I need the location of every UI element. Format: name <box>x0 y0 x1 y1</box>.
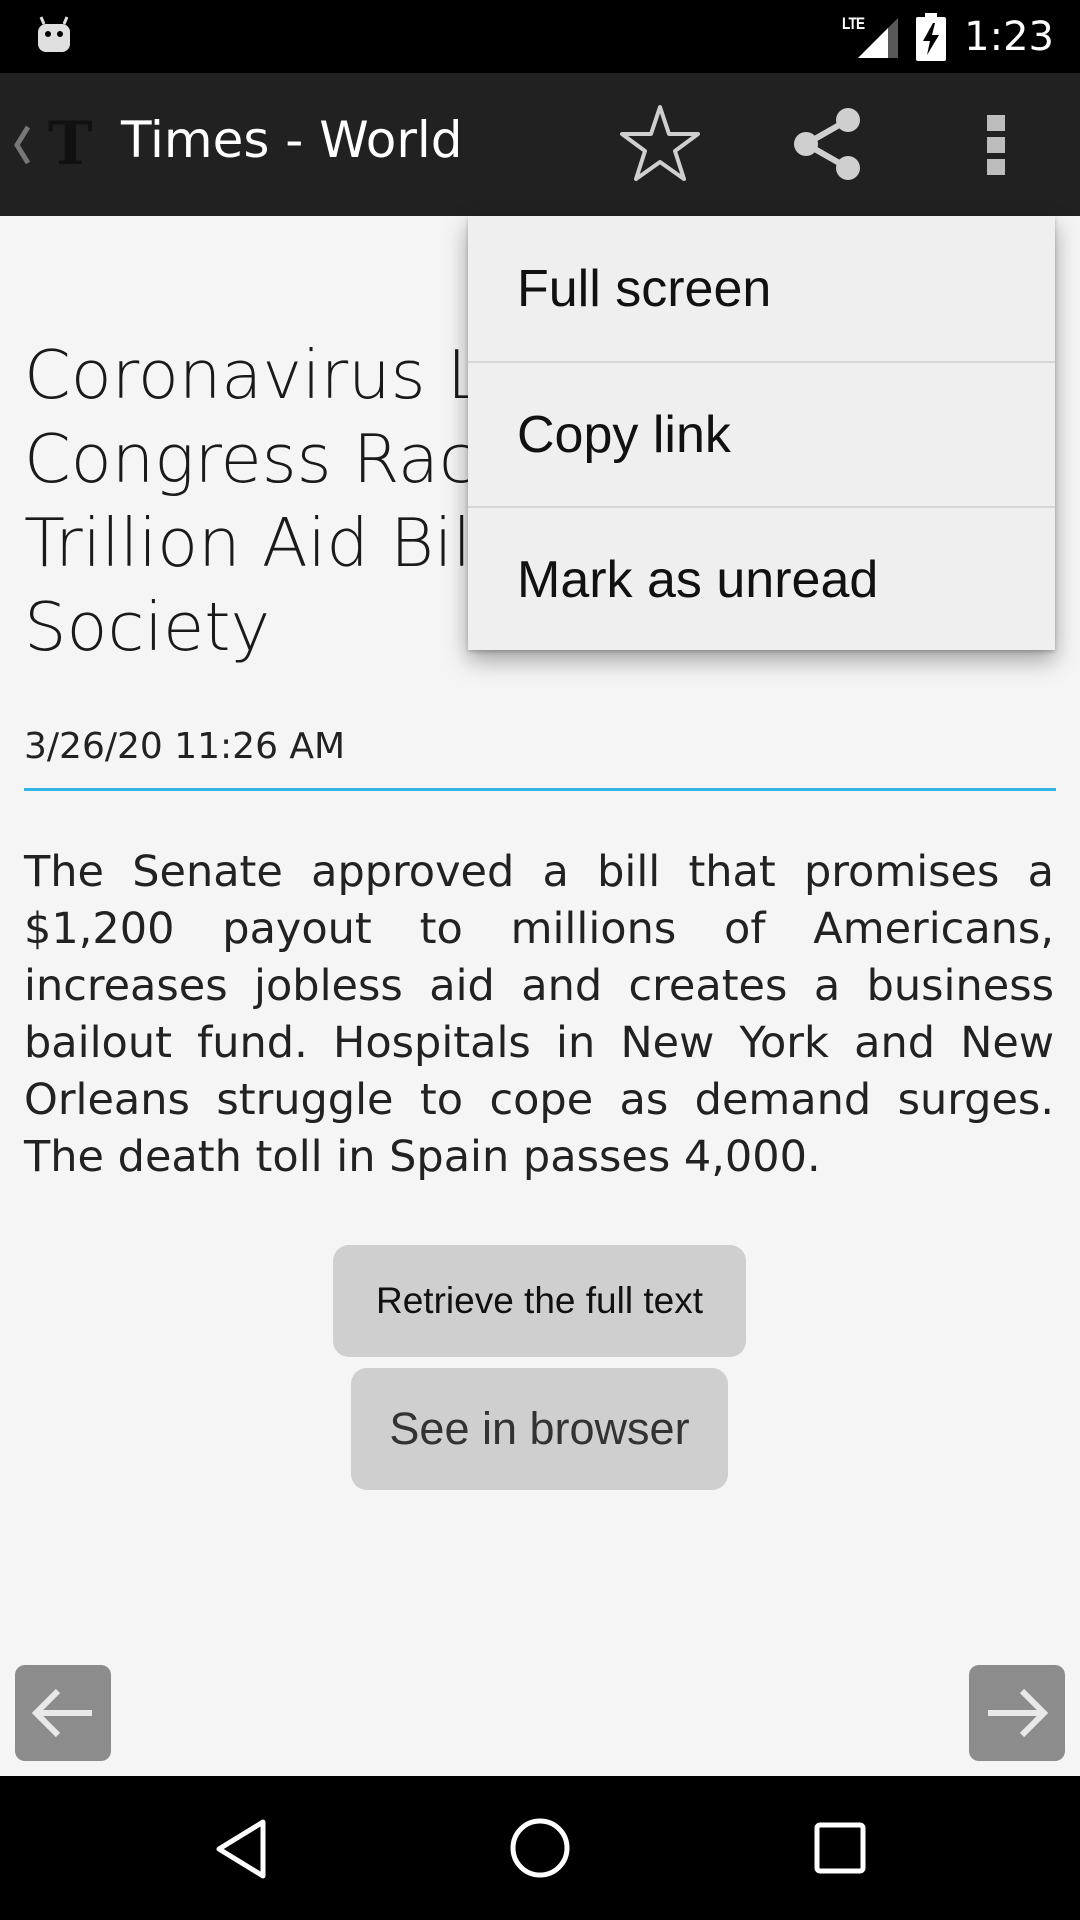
app-toolbar: T Times - World <box>0 73 1080 216</box>
article-title-line: Society <box>24 588 271 666</box>
back-icon[interactable] <box>12 123 32 167</box>
system-nav-bar <box>0 1776 1080 1920</box>
star-icon[interactable] <box>618 103 702 185</box>
lte-signal-icon: LTE <box>842 14 899 60</box>
battery-charging-icon <box>916 12 947 61</box>
nav-back-icon[interactable] <box>213 1818 269 1880</box>
article-body: The Senate approved a bill that promises… <box>24 847 1054 1182</box>
article-title-line: Trillion Aid Bill <box>24 504 490 582</box>
arrow-left-icon <box>31 1688 92 1738</box>
share-icon[interactable] <box>790 106 864 182</box>
menu-item-mark-unread[interactable]: Mark as unread <box>468 506 1055 651</box>
menu-item-full-screen[interactable]: Full screen <box>468 216 1055 361</box>
retrieve-full-text-button[interactable]: Retrieve the full text <box>333 1245 746 1357</box>
nav-home-icon[interactable] <box>509 1817 571 1879</box>
status-bar: LTE 1:23 <box>0 0 1080 73</box>
status-clock: 1:23 <box>964 13 1054 60</box>
article-title-line: Congress Rac <box>24 420 476 498</box>
nav-recents-icon[interactable] <box>814 1822 866 1874</box>
next-article-button[interactable] <box>969 1665 1065 1761</box>
article-title-line: Coronavirus Li <box>24 336 503 414</box>
see-in-browser-button[interactable]: See in browser <box>351 1368 728 1490</box>
article-date: 3/26/20 11:26 AM <box>24 726 346 767</box>
app-logo[interactable]: T <box>48 113 98 175</box>
menu-item-copy-link[interactable]: Copy link <box>468 361 1055 506</box>
overflow-menu: Full screen Copy link Mark as unread <box>468 216 1055 650</box>
date-divider <box>24 788 1056 791</box>
overflow-menu-icon[interactable] <box>985 113 1007 177</box>
toolbar-title: Times - World <box>121 111 463 169</box>
android-notification-icon <box>38 16 70 52</box>
arrow-right-icon <box>988 1688 1049 1738</box>
previous-article-button[interactable] <box>15 1665 111 1761</box>
